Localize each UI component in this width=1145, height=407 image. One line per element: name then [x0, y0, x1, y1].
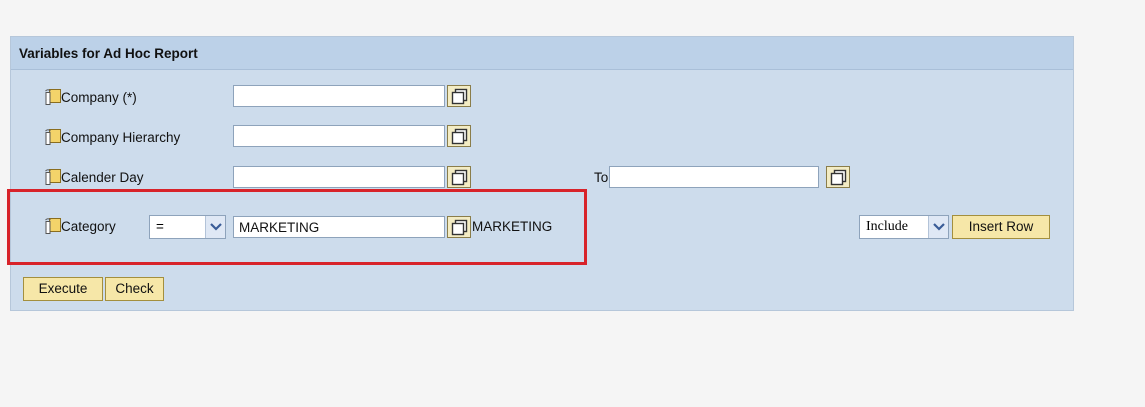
value-help-icon — [451, 169, 468, 186]
category-row-highlight — [7, 189, 587, 265]
company-hierarchy-label: Company Hierarchy — [61, 130, 181, 145]
variable-selection-icon[interactable] — [44, 168, 62, 185]
company-label: Company (*) — [61, 90, 137, 105]
value-help-icon — [830, 169, 847, 186]
include-dropdown-button[interactable] — [928, 216, 948, 238]
variables-panel: Variables for Ad Hoc Report Company (*) … — [10, 36, 1074, 311]
calendar-day-label: Calender Day — [61, 170, 144, 185]
value-help-icon — [451, 128, 468, 145]
company-hierarchy-value-help-button[interactable] — [447, 125, 471, 147]
calendar-day-from-input[interactable] — [233, 166, 445, 188]
variable-selection-icon[interactable] — [44, 128, 62, 145]
panel-title: Variables for Ad Hoc Report — [11, 37, 1073, 70]
check-button[interactable]: Check — [105, 277, 164, 301]
include-exclude-select[interactable]: Include — [859, 215, 949, 239]
calendar-day-to-input[interactable] — [609, 166, 819, 188]
to-label: To — [594, 170, 609, 185]
variable-selection-icon[interactable] — [44, 88, 62, 105]
company-hierarchy-input[interactable] — [233, 125, 445, 147]
chevron-down-icon — [933, 222, 945, 231]
calendar-day-from-value-help-button[interactable] — [447, 166, 471, 188]
company-value-help-button[interactable] — [447, 85, 471, 107]
include-option-value: Include — [866, 219, 908, 234]
execute-button[interactable]: Execute — [23, 277, 103, 301]
company-input[interactable] — [233, 85, 445, 107]
calendar-day-to-value-help-button[interactable] — [826, 166, 850, 188]
value-help-icon — [451, 88, 468, 105]
insert-row-button[interactable]: Insert Row — [952, 215, 1050, 239]
